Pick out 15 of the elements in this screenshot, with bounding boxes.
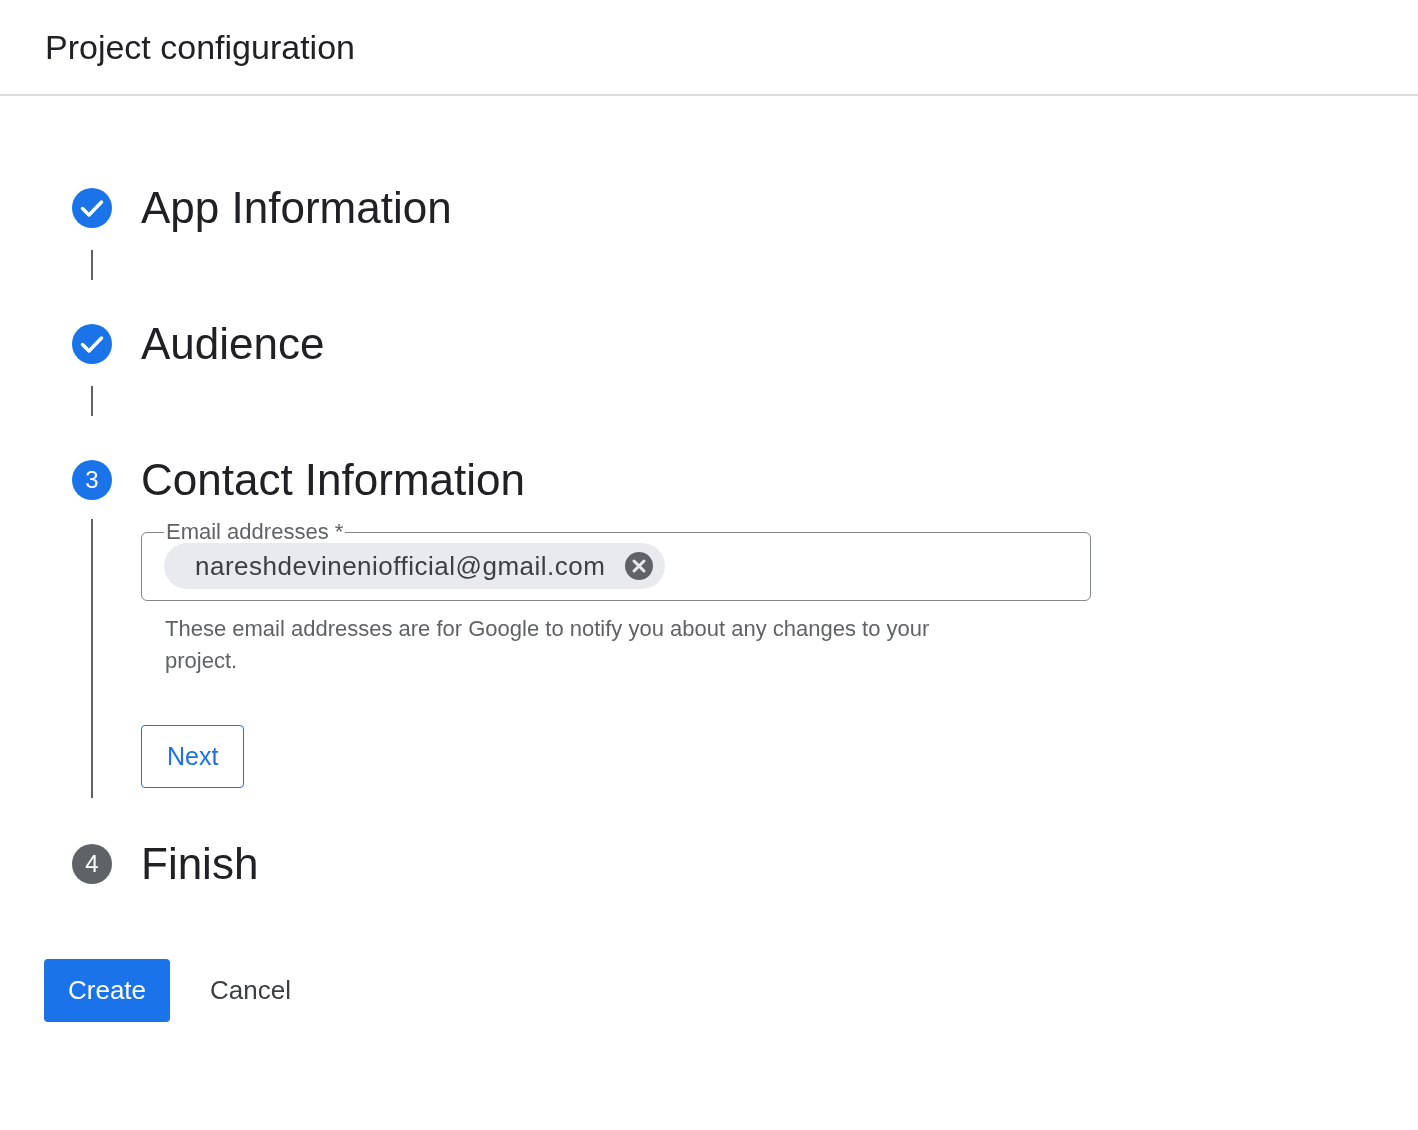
step-number: 3	[72, 460, 112, 500]
step-title: Finish	[141, 838, 259, 890]
create-button[interactable]: Create	[44, 959, 171, 1022]
helper-text: These email addresses are for Google to notify you about any changes to your project.	[164, 615, 931, 675]
step-title: Audience	[141, 318, 325, 370]
step-title: Contact Information	[141, 454, 525, 506]
next-button[interactable]: Next	[141, 725, 245, 788]
step-title: App Information	[141, 182, 452, 234]
email-chip[interactable]: nareshdevineniofficial@gmail.com	[164, 543, 666, 589]
page-title: Project configuration	[45, 26, 355, 68]
chip-text: nareshdevineniofficial@gmail.com	[195, 549, 606, 583]
email-field[interactable]: Email addresses * nareshdevineniofficial@gmail.com	[141, 520, 1091, 601]
field-label: Email addresses *	[165, 520, 345, 544]
remove-icon[interactable]	[625, 552, 654, 580]
step-number: 4	[72, 844, 112, 884]
